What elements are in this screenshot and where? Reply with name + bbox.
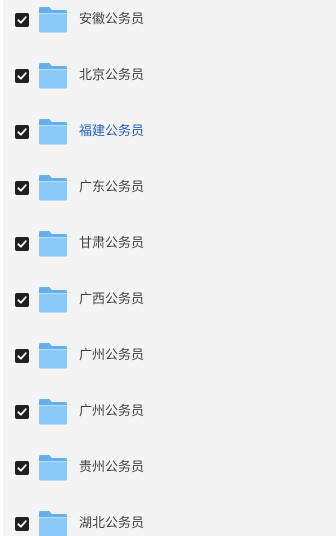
folder-checkbox[interactable] — [15, 125, 29, 139]
folder-name[interactable]: 广西公务员 — [79, 291, 144, 309]
folder-icon — [38, 6, 68, 33]
folder-name[interactable]: 湖北公务员 — [79, 515, 144, 533]
folder-name[interactable]: 福建公务员 — [79, 123, 144, 141]
folder-name[interactable]: 安徽公务员 — [79, 11, 144, 29]
folder-icon — [38, 174, 68, 201]
folder-checkbox[interactable] — [15, 181, 29, 195]
checkmark-icon — [17, 240, 27, 248]
folder-name[interactable]: 广州公务员 — [79, 403, 144, 421]
folder-checkbox[interactable] — [15, 293, 29, 307]
folder-row[interactable]: 湖北公务员 — [0, 496, 336, 536]
folder-row[interactable]: 广州公务员 — [0, 384, 336, 440]
folder-name[interactable]: 北京公务员 — [79, 67, 144, 85]
folder-name[interactable]: 甘肃公务员 — [79, 235, 144, 253]
folder-checkbox[interactable] — [15, 237, 29, 251]
folder-name[interactable]: 贵州公务员 — [79, 459, 144, 477]
checkmark-icon — [17, 520, 27, 528]
folder-row[interactable]: 贵州公务员 — [0, 440, 336, 496]
checkmark-icon — [17, 296, 27, 304]
checkmark-icon — [17, 352, 27, 360]
folder-checkbox[interactable] — [15, 69, 29, 83]
folder-icon — [38, 118, 68, 145]
checkmark-icon — [17, 464, 27, 472]
checkmark-icon — [17, 184, 27, 192]
checkmark-icon — [17, 72, 27, 80]
folder-icon — [38, 286, 68, 313]
checkmark-icon — [17, 128, 27, 136]
folder-row[interactable]: 北京公务员 — [0, 48, 336, 104]
file-browser-page: 安徽公务员 北京公务员 福建公务员 广东公务员 甘肃公务员 广西公务员 广州公务… — [0, 0, 336, 536]
folder-icon — [38, 62, 68, 89]
folder-checkbox[interactable] — [15, 517, 29, 531]
folder-icon — [38, 342, 68, 369]
folder-checkbox[interactable] — [15, 13, 29, 27]
folder-name[interactable]: 广东公务员 — [79, 179, 144, 197]
folder-checkbox[interactable] — [15, 461, 29, 475]
folder-name[interactable]: 广州公务员 — [79, 347, 144, 365]
checkmark-icon — [17, 408, 27, 416]
folder-row[interactable]: 安徽公务员 — [0, 0, 336, 48]
folder-icon — [38, 454, 68, 481]
folder-row[interactable]: 广州公务员 — [0, 328, 336, 384]
folder-row[interactable]: 广西公务员 — [0, 272, 336, 328]
checkmark-icon — [17, 16, 27, 24]
folder-icon — [38, 510, 68, 536]
folder-icon — [38, 398, 68, 425]
folder-icon — [38, 230, 68, 257]
folder-list: 安徽公务员 北京公务员 福建公务员 广东公务员 甘肃公务员 广西公务员 广州公务… — [0, 0, 336, 536]
folder-checkbox[interactable] — [15, 349, 29, 363]
folder-checkbox[interactable] — [15, 405, 29, 419]
folder-row[interactable]: 甘肃公务员 — [0, 216, 336, 272]
folder-row[interactable]: 广东公务员 — [0, 160, 336, 216]
folder-row[interactable]: 福建公务员 — [0, 104, 336, 160]
